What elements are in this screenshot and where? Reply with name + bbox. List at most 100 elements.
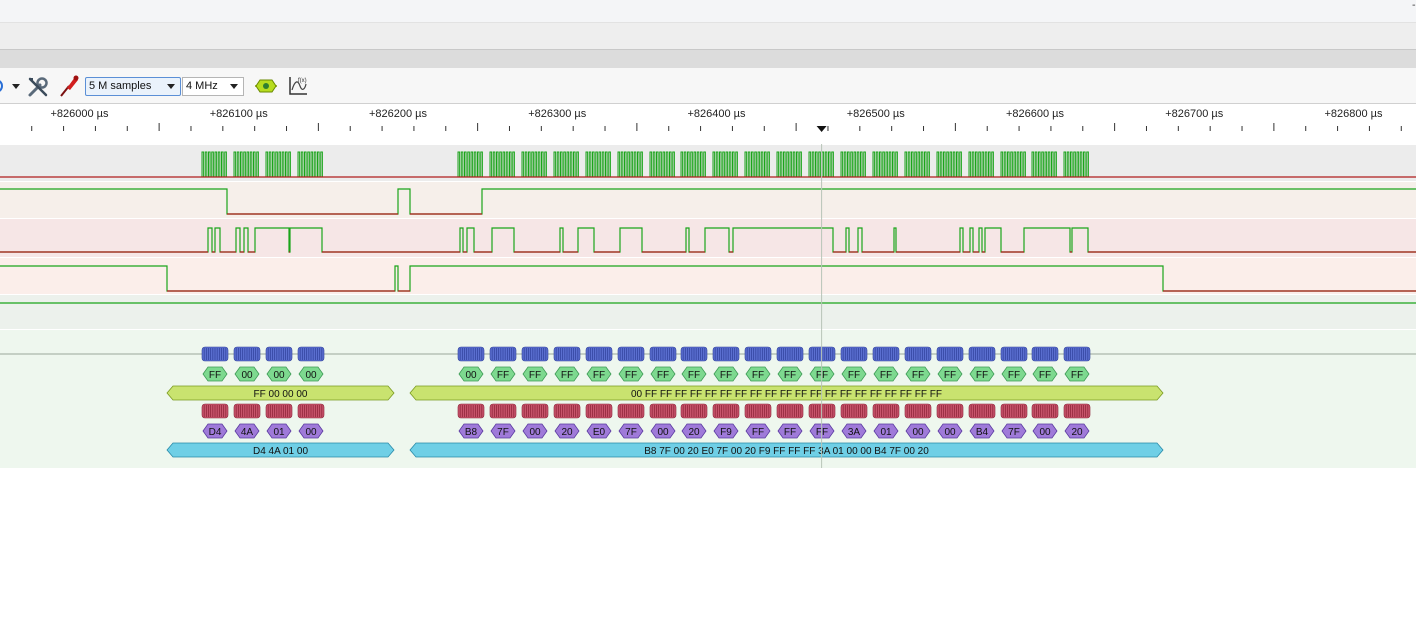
clk-pulse bbox=[872, 151, 876, 177]
miso-byte: 20 bbox=[1071, 427, 1083, 438]
clk-pulse bbox=[556, 151, 560, 177]
clk-pulse bbox=[1041, 151, 1044, 177]
clk-pulse bbox=[1007, 151, 1010, 177]
clk-pulse bbox=[885, 151, 889, 177]
clk-pulse bbox=[585, 151, 589, 177]
tab-strip bbox=[0, 49, 1416, 69]
clk-pulse bbox=[914, 151, 917, 177]
clk-pulse bbox=[310, 151, 314, 177]
probe-icon[interactable] bbox=[58, 74, 80, 98]
clk-pulse bbox=[208, 151, 211, 177]
clk-pulse bbox=[573, 151, 576, 177]
miso-byte: 7F bbox=[625, 427, 637, 438]
clk-pulse bbox=[1086, 151, 1089, 177]
clk-pulse bbox=[971, 151, 975, 177]
clk-pulse bbox=[715, 151, 719, 177]
rate-select[interactable]: 4 MHz bbox=[182, 77, 244, 96]
miso-byte: B8 bbox=[465, 427, 478, 438]
clk-pulse bbox=[824, 151, 828, 177]
mosi-byte: FF bbox=[209, 370, 221, 381]
clk-pulse bbox=[317, 151, 320, 177]
mosi-byte: FF bbox=[784, 370, 796, 381]
partial-circle-icon[interactable] bbox=[0, 78, 4, 94]
clk-pulse bbox=[991, 151, 994, 177]
clk-pulse bbox=[560, 151, 563, 177]
clk-pulse bbox=[256, 151, 259, 177]
clk-pulse bbox=[959, 151, 962, 177]
mosi-byte: 00 bbox=[465, 370, 477, 381]
miso-byte: 7F bbox=[497, 427, 509, 438]
clk-pulse bbox=[566, 151, 570, 177]
clk-pulse bbox=[956, 151, 959, 177]
clk-pulse bbox=[843, 151, 847, 177]
clk-pulse bbox=[502, 151, 506, 177]
clk-pulse bbox=[764, 151, 767, 177]
clk-pulse bbox=[1003, 151, 1007, 177]
mosi-packet[interactable]: 00 FF FF FF FF FF FF FF FF FF FF FF FF F… bbox=[631, 389, 942, 400]
clk-pulse bbox=[911, 151, 914, 177]
clk-pulse bbox=[895, 151, 898, 177]
clk-pulse bbox=[595, 151, 598, 177]
mosi-byte: FF bbox=[752, 370, 764, 381]
clk-pulse bbox=[509, 151, 512, 177]
waveform-view[interactable]: +826000 µs +826100 µs +826200 µs +826300 µs… bbox=[0, 104, 1416, 468]
clk-pulse bbox=[659, 151, 662, 177]
clk-pulse bbox=[703, 151, 706, 177]
ruler-label: +826400 µs bbox=[687, 108, 746, 120]
trigger-capture-icon[interactable] bbox=[254, 78, 278, 94]
clk-pulse bbox=[624, 151, 627, 177]
miso-packet[interactable]: B8 7F 00 20 E0 7F 00 20 F9 FF FF FF 3A 0… bbox=[644, 446, 929, 457]
clk-pulse bbox=[939, 151, 943, 177]
miso-packet-row: D4 4A 01 00 B8 7F 00 20 E0 7F 00 20 F9 FF… bbox=[166, 442, 1164, 458]
clk-pulse bbox=[480, 151, 483, 177]
clk-pulse bbox=[236, 151, 240, 177]
clk-pulse bbox=[847, 151, 850, 177]
clk-pulse bbox=[268, 151, 272, 177]
clk-pulse bbox=[831, 151, 834, 177]
mosi-byte: FF bbox=[912, 370, 924, 381]
clk-pulse bbox=[489, 151, 493, 177]
clk-pulse bbox=[744, 151, 748, 177]
clk-pulse bbox=[760, 151, 764, 177]
clk-pulse bbox=[888, 151, 892, 177]
tools-icon[interactable] bbox=[26, 75, 50, 99]
clk-pulse bbox=[904, 151, 908, 177]
clk-pulse bbox=[534, 151, 538, 177]
rate-chevron-down-icon bbox=[230, 84, 238, 89]
clk-pulse bbox=[779, 151, 783, 177]
mosi-byte: FF bbox=[529, 370, 541, 381]
ruler-labels: +826000 µs +826100 µs +826200 µs +826300 µs… bbox=[50, 108, 1383, 120]
clk-pulse bbox=[924, 151, 927, 177]
clk-pulse bbox=[988, 151, 991, 177]
clk-pulse bbox=[815, 151, 818, 177]
svg-text:f(x): f(x) bbox=[298, 78, 307, 84]
clk-pulse bbox=[553, 151, 557, 177]
clk-pulse bbox=[799, 151, 802, 177]
dropdown-arrow-icon[interactable] bbox=[11, 82, 21, 90]
clk-pulse bbox=[278, 151, 282, 177]
clk-pulse bbox=[1020, 151, 1023, 177]
clk-pulse bbox=[233, 151, 237, 177]
clk-pulse bbox=[1076, 151, 1080, 177]
samples-select[interactable]: 5 M samples bbox=[85, 77, 181, 96]
clk-pulse bbox=[952, 151, 956, 177]
mosi-byte: FF bbox=[1039, 370, 1051, 381]
function-chart-icon[interactable]: f(x) bbox=[287, 75, 309, 97]
title-bar: - bbox=[0, 0, 1416, 22]
ruler-label: +826100 µs bbox=[210, 108, 269, 120]
clk-pulse bbox=[217, 151, 221, 177]
clk-pulse bbox=[285, 151, 288, 177]
clk-pulse bbox=[473, 151, 477, 177]
clk-pulse bbox=[943, 151, 946, 177]
mosi-byte: FF bbox=[593, 370, 605, 381]
channel-idle-background bbox=[0, 295, 1416, 329]
miso-byte: D4 bbox=[209, 427, 222, 438]
ruler-label: +826800 µs bbox=[1324, 108, 1383, 120]
clk-pulse bbox=[680, 151, 684, 177]
clk-pulse bbox=[464, 151, 467, 177]
clk-pulse bbox=[920, 151, 924, 177]
clk-pulse bbox=[776, 151, 780, 177]
clk-pulse bbox=[470, 151, 474, 177]
mosi-packet[interactable]: FF 00 00 00 bbox=[254, 389, 308, 400]
miso-packet[interactable]: D4 4A 01 00 bbox=[253, 446, 308, 457]
